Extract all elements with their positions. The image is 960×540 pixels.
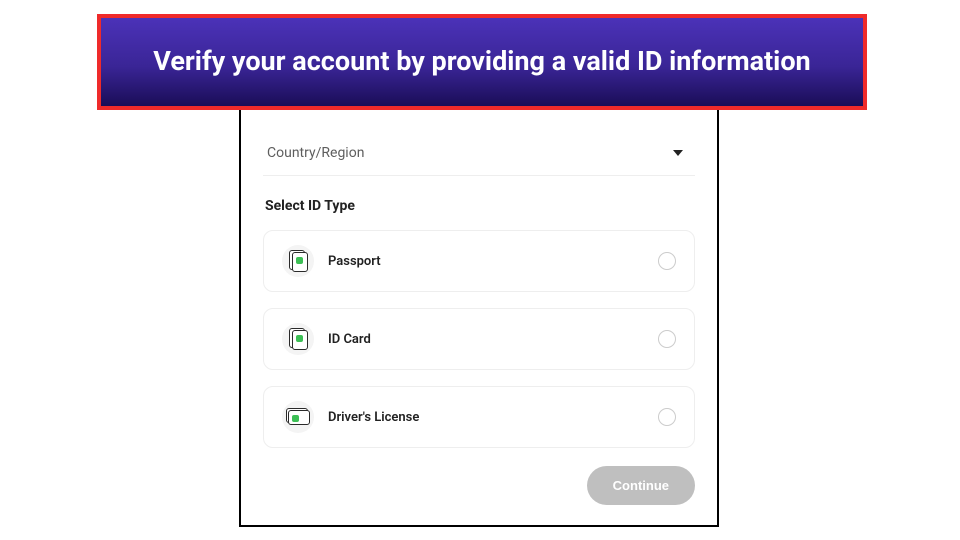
option-label: ID Card xyxy=(328,332,371,347)
passport-icon xyxy=(282,245,314,277)
option-passport[interactable]: Passport xyxy=(263,230,695,292)
chevron-down-icon xyxy=(673,150,683,156)
radio-unchecked-icon xyxy=(658,330,676,348)
option-label: Driver's License xyxy=(328,410,419,425)
drivers-license-icon xyxy=(282,401,314,433)
instruction-banner-text: Verify your account by providing a valid… xyxy=(153,45,810,79)
country-region-label: Country/Region xyxy=(267,145,364,161)
select-id-type-heading: Select ID Type xyxy=(265,198,693,214)
continue-button[interactable]: Continue xyxy=(587,466,695,505)
id-card-icon xyxy=(282,323,314,355)
radio-unchecked-icon xyxy=(658,252,676,270)
instruction-banner: Verify your account by providing a valid… xyxy=(97,14,867,110)
id-type-options: Passport ID Card xyxy=(263,230,695,448)
card-footer: Continue xyxy=(263,448,695,505)
verify-card: Country/Region Select ID Type Passport xyxy=(239,65,719,527)
radio-unchecked-icon xyxy=(658,408,676,426)
option-label: Passport xyxy=(328,254,381,269)
option-id-card[interactable]: ID Card xyxy=(263,308,695,370)
country-region-dropdown[interactable]: Country/Region xyxy=(263,131,695,176)
option-drivers-license[interactable]: Driver's License xyxy=(263,386,695,448)
